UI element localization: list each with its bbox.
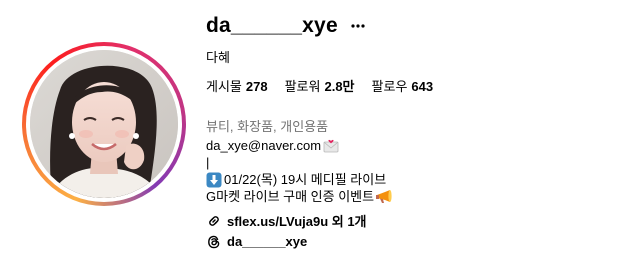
bio-line-event: G마켓 라이브 구매 인증 이벤트 [206,188,393,205]
bio-event-text: G마켓 라이브 구매 인증 이벤트 [206,189,375,204]
envelope-with-heart-icon [323,139,339,152]
stat-value: 643 [411,79,434,94]
bio-live-text: 01/22(목) 19시 메디필 라이브 [224,172,387,187]
username-row: da______xye [206,12,366,40]
profile-header: da______xye 다혜 게시물 278 팔로워 2.8만 팔로우 643 뷰티,… [0,0,626,266]
profile-link[interactable]: sflex.us/LVuja9u 외 1개 [206,211,367,230]
stat-following[interactable]: 팔로우 643 [372,76,434,95]
ellipsis-icon [351,24,365,28]
stat-followers[interactable]: 팔로워 2.8만 [285,76,355,95]
threads-handle: da______xye [227,234,308,249]
profile-category: 뷰티, 화장품, 개인용품 [206,119,329,134]
bio-email: da_xye@naver.com [206,138,322,153]
stat-label: 팔로우 [371,79,408,94]
stat-label: 게시물 [206,79,242,94]
bio-separator: | [206,155,210,170]
avatar-photo-illustration [30,50,178,198]
profile-bio: da_xye@naver.com | 01/22(목) 19시 메디필 라이브 … [206,137,393,205]
profile-stats: 게시물 278 팔로워 2.8만 팔로우 643 [206,76,450,95]
threads-link[interactable]: da______xye [206,234,307,249]
bio-line-live: 01/22(목) 19시 메디필 라이브 [206,171,393,188]
story-ring[interactable] [22,42,186,206]
link-icon [206,213,221,228]
profile-link-text: sflex.us/LVuja9u 외 1개 [227,214,367,229]
username: da______xye [206,14,338,37]
stat-value: 2.8만 [324,79,355,94]
stat-label: 팔로워 [284,79,321,94]
stat-posts[interactable]: 게시물 278 [206,76,268,95]
avatar[interactable] [30,50,178,198]
bio-line-email: da_xye@naver.com [206,137,393,154]
down-arrow-emoji-icon [206,172,222,187]
megaphone-icon [376,189,392,203]
avatar-gap [26,46,182,202]
stat-value: 278 [245,79,268,94]
full-name: 다혜 [206,50,230,65]
threads-icon [206,234,221,249]
more-options-button[interactable] [350,18,366,34]
bio-line-separator: | [206,154,393,171]
